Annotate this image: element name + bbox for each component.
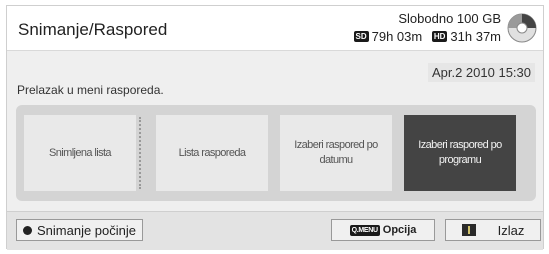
option-schedule-by-date[interactable]: Izaberi raspored po datumu — [280, 115, 392, 191]
schedule-menu: Snimljena lista Lista rasporeda Izaberi … — [16, 105, 536, 201]
option-schedule-by-program[interactable]: Izaberi raspored po programu — [404, 115, 516, 191]
hd-time: 31h 37m — [450, 29, 501, 44]
recording-schedule-window: Snimanje/Raspored Slobodno 100 GB SD 79h … — [6, 5, 544, 250]
exit-button[interactable]: Izlaz — [445, 219, 541, 241]
sd-badge: SD — [353, 31, 369, 42]
exit-key-icon — [461, 224, 476, 236]
content-area: Apr.2 2010 15:30 Prelazak u meni raspore… — [7, 51, 543, 211]
record-icon — [23, 225, 32, 235]
current-date: Apr.2 2010 15:30 — [427, 63, 535, 82]
start-recording-label: Snimanje počinje — [37, 222, 137, 238]
divider — [139, 117, 141, 189]
disc-icon — [507, 13, 537, 43]
description-text: Prelazak u meni rasporeda. — [17, 83, 164, 97]
remaining-time: SD 79h 03m HD 31h 37m — [353, 29, 501, 44]
footer: Snimanje počinje Q.MENU Opcija Izlaz — [7, 211, 543, 250]
options-label: Opcija — [382, 224, 417, 236]
start-recording-button[interactable]: Snimanje počinje — [16, 219, 144, 241]
options-button[interactable]: Q.MENU Opcija — [331, 219, 435, 241]
free-space-label: Slobodno 100 GB — [398, 11, 501, 26]
header: Snimanje/Raspored Slobodno 100 GB SD 79h … — [7, 6, 543, 51]
exit-label: Izlaz — [497, 222, 525, 238]
page-title: Snimanje/Raspored — [18, 20, 168, 39]
option-recorded-list[interactable]: Snimljena lista — [24, 115, 136, 191]
option-schedule-list[interactable]: Lista rasporeda — [156, 115, 268, 191]
hd-badge: HD — [431, 31, 448, 42]
qmenu-key-icon: Q.MENU — [349, 224, 380, 236]
sd-time: 79h 03m — [371, 29, 423, 44]
